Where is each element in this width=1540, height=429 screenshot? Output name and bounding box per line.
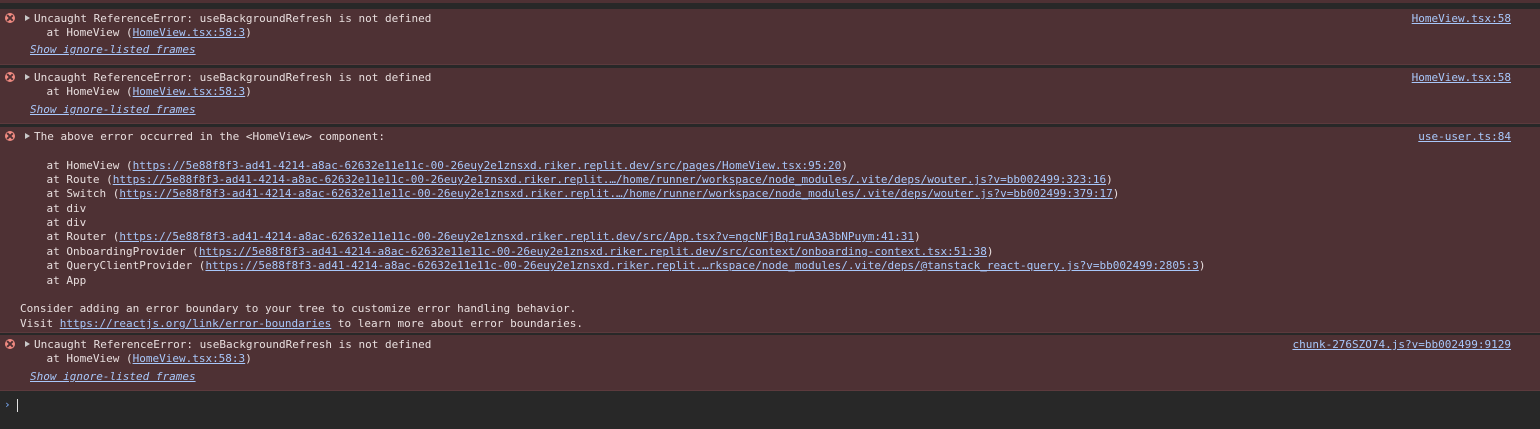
- stack-frame: at div: [20, 216, 87, 229]
- stack-frame: at Route (https://5e88f8f3-ad41-4214-a8a…: [20, 173, 1113, 187]
- stack-frame-text: at Switch (: [20, 187, 120, 200]
- stack-frame-text: at HomeView (: [20, 85, 133, 98]
- stack-frame-link[interactable]: HomeView.tsx:58:3: [133, 26, 246, 39]
- error-title: Uncaught ReferenceError: useBackgroundRe…: [34, 12, 432, 25]
- stack-frame: at HomeView (https://5e88f8f3-ad41-4214-…: [20, 159, 848, 173]
- console-prompt[interactable]: ›: [0, 392, 1540, 429]
- console-error-message: Uncaught ReferenceError: useBackgroundRe…: [0, 335, 1540, 391]
- stack-frame: at HomeView (HomeView.tsx:58:3): [20, 352, 252, 366]
- advice-text: Visit: [20, 317, 60, 330]
- stack-frame-suffix: ): [1198, 259, 1206, 272]
- previous-message-fragment: [0, 0, 1540, 3]
- stack-frame-suffix: ): [841, 159, 848, 172]
- stack-frame-link[interactable]: https://5e88f8f3-ad41-4214-a8ac-62632e11…: [113, 173, 1106, 186]
- stack-frame: at HomeView (HomeView.tsx:58:3): [20, 26, 252, 40]
- expand-triangle-icon[interactable]: [25, 133, 30, 139]
- error-icon: [5, 13, 15, 23]
- show-ignore-listed-frames-link[interactable]: Show ignore-listed frames: [30, 370, 196, 384]
- error-boundaries-link[interactable]: https://reactjs.org/link/error-boundarie…: [60, 317, 332, 330]
- text-cursor: [17, 399, 18, 412]
- stack-frame-link[interactable]: HomeView.tsx:58:3: [133, 85, 246, 98]
- error-title: The above error occurred in the <HomeVie…: [34, 130, 385, 143]
- stack-frame: at App: [20, 274, 87, 287]
- stack-frame: at OnboardingProvider (https://5e88f8f3-…: [20, 245, 994, 259]
- error-icon: [5, 131, 15, 141]
- stack-frame-text: at Router (: [20, 230, 120, 243]
- stack-frame-link[interactable]: https://5e88f8f3-ad41-4214-a8ac-62632e11…: [119, 187, 1112, 200]
- error-icon: [5, 339, 15, 349]
- show-ignore-listed-frames-link[interactable]: Show ignore-listed frames: [30, 103, 196, 117]
- console-error-message: The above error occurred in the <HomeVie…: [0, 127, 1540, 333]
- stack-frame: at QueryClientProvider (https://5e88f8f3…: [20, 259, 1205, 273]
- stack-frame-link[interactable]: https://5e88f8f3-ad41-4214-a8ac-62632e11…: [199, 245, 987, 258]
- stack-frame-suffix: ): [914, 230, 921, 243]
- expand-triangle-icon[interactable]: [25, 15, 30, 21]
- stack-frame: at HomeView (HomeView.tsx:58:3): [20, 85, 252, 99]
- error-boundary-advice: Consider adding an error boundary to you…: [20, 302, 577, 315]
- stack-frame-suffix: ): [245, 352, 252, 365]
- console-error-message: Uncaught ReferenceError: useBackgroundRe…: [0, 68, 1540, 124]
- error-icon: [5, 72, 15, 82]
- stack-frame-suffix: ): [245, 26, 252, 39]
- expand-triangle-icon[interactable]: [25, 74, 30, 80]
- stack-frame-link[interactable]: HomeView.tsx:58:3: [133, 352, 246, 365]
- source-link[interactable]: chunk-276SZO74.js?v=bb002499:9129: [1292, 338, 1511, 352]
- stack-frame: at Router (https://5e88f8f3-ad41-4214-a8…: [20, 230, 921, 244]
- error-boundary-advice-link-line: Visit https://reactjs.org/link/error-bou…: [20, 317, 583, 331]
- stack-frame-suffix: ): [986, 245, 994, 258]
- stack-frame-text: at HomeView (: [20, 159, 133, 172]
- show-ignore-listed-frames-link[interactable]: Show ignore-listed frames: [30, 43, 196, 57]
- stack-frame-suffix: ): [1112, 187, 1120, 200]
- stack-frame-text: at HomeView (: [20, 352, 133, 365]
- stack-frame: at div: [20, 202, 87, 215]
- source-link[interactable]: use-user.ts:84: [1418, 130, 1511, 144]
- error-title: Uncaught ReferenceError: useBackgroundRe…: [34, 338, 432, 351]
- expand-triangle-icon[interactable]: [25, 341, 30, 347]
- prompt-chevron-icon: ›: [4, 398, 11, 411]
- stack-frame-link[interactable]: https://5e88f8f3-ad41-4214-a8ac-62632e11…: [119, 230, 914, 243]
- stack-frame-link[interactable]: https://5e88f8f3-ad41-4214-a8ac-62632e11…: [133, 159, 842, 172]
- source-link[interactable]: HomeView.tsx:58: [1412, 12, 1511, 26]
- stack-frame-suffix: ): [245, 85, 252, 98]
- source-link[interactable]: HomeView.tsx:58: [1412, 71, 1511, 85]
- stack-frame-text: at QueryClientProvider (: [20, 259, 206, 272]
- stack-frame: at Switch (https://5e88f8f3-ad41-4214-a8…: [20, 187, 1119, 201]
- stack-frame-text: at Route (: [20, 173, 113, 186]
- stack-frame-suffix: ): [1106, 173, 1113, 186]
- advice-text-suffix: to learn more about error boundaries.: [331, 317, 583, 330]
- stack-frame-text: at OnboardingProvider (: [20, 245, 199, 258]
- console-error-message: Uncaught ReferenceError: useBackgroundRe…: [0, 9, 1540, 65]
- stack-frame-link[interactable]: https://5e88f8f3-ad41-4214-a8ac-62632e11…: [205, 259, 1198, 272]
- stack-frame-text: at HomeView (: [20, 26, 133, 39]
- error-title: Uncaught ReferenceError: useBackgroundRe…: [34, 71, 432, 84]
